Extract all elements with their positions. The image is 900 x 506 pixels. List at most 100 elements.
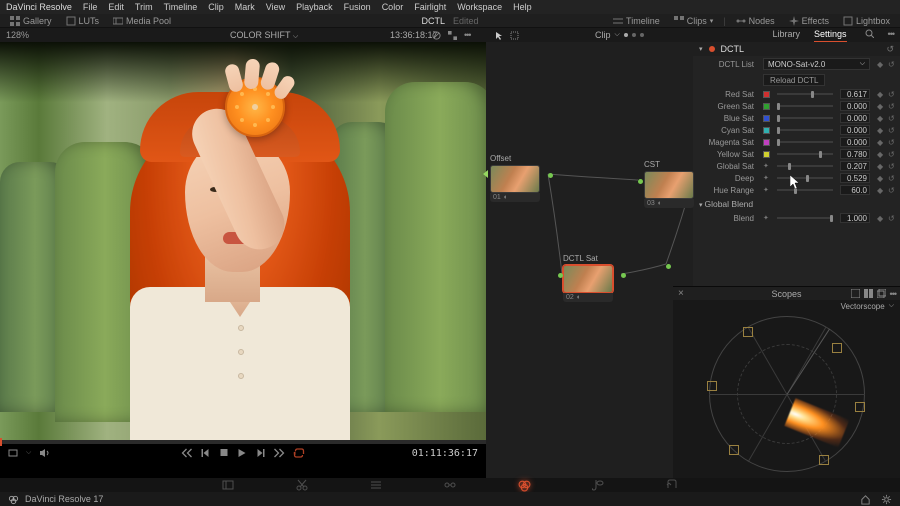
- keyframe-icon[interactable]: ◆: [877, 214, 885, 222]
- keyframe-icon[interactable]: ◆: [877, 162, 885, 170]
- param-value[interactable]: 0.000: [840, 101, 870, 111]
- enable-dot-icon[interactable]: [709, 46, 715, 52]
- param-value[interactable]: 0.207: [840, 161, 870, 171]
- scope-mode[interactable]: Vectorscope: [841, 302, 885, 311]
- reset-icon[interactable]: ↺: [888, 90, 896, 98]
- expand-icon[interactable]: [448, 31, 457, 40]
- menu-app[interactable]: DaVinci Resolve: [6, 2, 72, 12]
- reset-icon[interactable]: ↺: [888, 138, 896, 146]
- menu-file[interactable]: File: [83, 2, 98, 12]
- stop-icon[interactable]: [220, 448, 229, 458]
- menu-edit[interactable]: Edit: [108, 2, 124, 12]
- reset-icon[interactable]: ↺: [888, 60, 896, 68]
- menu-help[interactable]: Help: [513, 2, 532, 12]
- param-value[interactable]: 0.000: [840, 125, 870, 135]
- param-value[interactable]: 0.617: [840, 89, 870, 99]
- node-view-mode[interactable]: Clip⌵: [595, 30, 644, 40]
- scope-options-icon[interactable]: •••: [890, 289, 896, 299]
- param-slider[interactable]: [777, 189, 833, 191]
- param-slider[interactable]: [777, 153, 833, 155]
- reset-icon[interactable]: ↺: [886, 44, 894, 55]
- keyframe-icon[interactable]: ◆: [877, 90, 885, 98]
- node-cst[interactable]: CST 03 ◐: [644, 160, 694, 208]
- blend-value[interactable]: 1.000: [840, 213, 870, 223]
- keyframe-icon[interactable]: ◆: [877, 114, 885, 122]
- region-tool-icon[interactable]: [510, 31, 519, 40]
- reset-icon[interactable]: ↺: [888, 214, 896, 222]
- nodes-toggle[interactable]: Nodes: [732, 16, 779, 26]
- close-scopes-icon[interactable]: ×: [678, 288, 684, 299]
- tab-library[interactable]: Library: [773, 29, 801, 42]
- menu-fairlight[interactable]: Fairlight: [414, 2, 446, 12]
- gallery-toggle[interactable]: Gallery: [6, 16, 56, 26]
- reset-icon[interactable]: ↺: [888, 102, 896, 110]
- param-slider[interactable]: [777, 177, 833, 179]
- param-slider[interactable]: [777, 105, 833, 107]
- param-value[interactable]: 0.000: [840, 113, 870, 123]
- param-value[interactable]: 60.0: [840, 185, 870, 195]
- reset-icon[interactable]: ↺: [888, 186, 896, 194]
- param-slider[interactable]: [777, 93, 833, 95]
- viewer-zoom[interactable]: 128%: [6, 30, 29, 40]
- effects-toggle[interactable]: Effects: [785, 16, 833, 26]
- param-value[interactable]: 0.529: [840, 173, 870, 183]
- dctl-header[interactable]: ▾DCTL ↺: [693, 42, 900, 56]
- menu-view[interactable]: View: [266, 2, 285, 12]
- global-blend-header[interactable]: Global Blend: [693, 196, 900, 212]
- next-clip-icon[interactable]: [274, 448, 285, 458]
- page-fairlight[interactable]: [591, 478, 605, 492]
- timeline-toggle[interactable]: Timeline: [609, 16, 664, 26]
- reset-icon[interactable]: ↺: [888, 126, 896, 134]
- param-value[interactable]: 0.000: [840, 137, 870, 147]
- home-icon[interactable]: [860, 494, 871, 505]
- scope-layout2-icon[interactable]: [864, 289, 873, 298]
- node-graph[interactable]: Offset 01 ◐ DCTL Sat 02 ◐ CST 03 ◐: [486, 42, 693, 478]
- reset-icon[interactable]: ↺: [888, 174, 896, 182]
- menu-mark[interactable]: Mark: [235, 2, 255, 12]
- speaker-icon[interactable]: [39, 448, 51, 458]
- mediapool-toggle[interactable]: Media Pool: [109, 16, 175, 26]
- play-icon[interactable]: [238, 448, 247, 458]
- pointer-tool-icon[interactable]: [495, 31, 504, 40]
- menu-color[interactable]: Color: [382, 2, 404, 12]
- scope-layout-icon[interactable]: [851, 289, 860, 298]
- bypass-icon[interactable]: [432, 31, 441, 40]
- resolve-logo-icon[interactable]: [8, 494, 19, 505]
- clips-toggle[interactable]: Clips▾: [670, 16, 718, 26]
- menu-clip[interactable]: Clip: [208, 2, 224, 12]
- reload-dctl-button[interactable]: Reload DCTL: [763, 74, 825, 86]
- keyframe-icon[interactable]: ◆: [877, 186, 885, 194]
- keyframe-icon[interactable]: ◆: [877, 126, 885, 134]
- node-offset[interactable]: Offset 01 ◐: [490, 154, 540, 202]
- reset-icon[interactable]: ↺: [888, 114, 896, 122]
- keyframe-icon[interactable]: ◆: [877, 60, 885, 68]
- page-color[interactable]: [517, 478, 531, 492]
- dctl-list-dropdown[interactable]: MONO-Sat-v2.0⌵: [763, 58, 870, 70]
- param-value[interactable]: 0.780: [840, 149, 870, 159]
- panel-options-icon[interactable]: •••: [888, 29, 894, 42]
- viewer-options-icon[interactable]: •••: [464, 30, 470, 40]
- keyframe-icon[interactable]: ◆: [877, 102, 885, 110]
- lightbox-toggle[interactable]: Lightbox: [839, 16, 894, 26]
- loop-icon[interactable]: [294, 448, 305, 458]
- prev-clip-icon[interactable]: [182, 448, 193, 458]
- step-back-icon[interactable]: [202, 448, 211, 458]
- param-slider[interactable]: [777, 117, 833, 119]
- menu-timeline[interactable]: Timeline: [164, 2, 198, 12]
- settings-gear-icon[interactable]: [881, 494, 892, 505]
- param-slider[interactable]: [777, 165, 833, 167]
- keyframe-icon[interactable]: ◆: [877, 174, 885, 182]
- page-deliver[interactable]: [665, 478, 679, 492]
- menu-trim[interactable]: Trim: [135, 2, 153, 12]
- menu-playback[interactable]: Playback: [296, 2, 333, 12]
- stills-icon[interactable]: [8, 448, 18, 458]
- page-cut[interactable]: [295, 478, 309, 492]
- tab-settings[interactable]: Settings: [814, 29, 847, 42]
- page-fusion[interactable]: [443, 478, 457, 492]
- keyframe-icon[interactable]: ◆: [877, 138, 885, 146]
- chevron-down-icon[interactable]: ⌵: [26, 449, 31, 457]
- menu-workspace[interactable]: Workspace: [457, 2, 502, 12]
- node-dctl-sat[interactable]: DCTL Sat 02 ◐: [563, 254, 613, 302]
- viewer-scrubber[interactable]: [0, 440, 486, 444]
- menu-fusion[interactable]: Fusion: [344, 2, 371, 12]
